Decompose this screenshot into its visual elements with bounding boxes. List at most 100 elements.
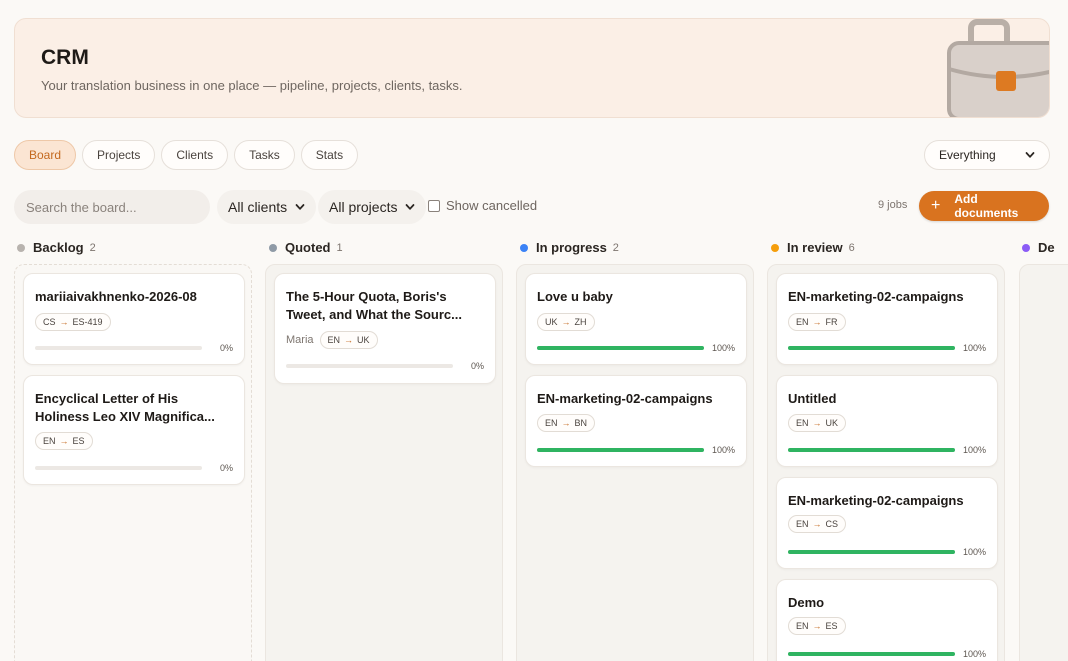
scope-select-value: Everything	[939, 148, 996, 162]
job-count: 9 jobs	[878, 199, 908, 211]
column-count: 6	[848, 241, 855, 254]
status-dot-icon	[520, 243, 528, 252]
column-title: Quoted	[285, 240, 331, 255]
column-count: 1	[336, 241, 343, 254]
column-count: 2	[612, 241, 619, 254]
tab-tasks[interactable]: Tasks	[234, 140, 295, 170]
target-lang: UK	[357, 335, 370, 345]
progress-bar	[788, 346, 955, 350]
job-card[interactable]: Love u baby UK → ZH 100%	[525, 273, 747, 365]
source-lang: EN	[545, 418, 558, 428]
progress-percent: 100%	[962, 547, 986, 557]
arrow-icon: →	[812, 418, 822, 428]
job-title: Love u baby	[537, 289, 613, 304]
tab-clients[interactable]: Clients	[161, 140, 229, 170]
progress-fill	[537, 346, 704, 350]
progress-percent: 100%	[962, 343, 986, 353]
job-card[interactable]: EN-marketing-02-campaigns EN → FR 100%	[776, 273, 998, 365]
column-in-progress: Love u baby UK → ZH 100% EN-marketing-02…	[516, 264, 754, 661]
tab-projects[interactable]: Projects	[82, 140, 156, 170]
show-cancelled-checkbox[interactable]	[428, 199, 440, 212]
progress-bar	[788, 652, 955, 656]
progress-bar	[35, 346, 202, 350]
job-title: Encyclical Letter of His Holiness Leo XI…	[35, 391, 215, 424]
progress-bar	[788, 448, 955, 452]
source-lang: EN	[796, 418, 809, 428]
arrow-icon: →	[561, 418, 571, 428]
job-meta: EN → BN	[537, 414, 596, 432]
source-lang: UK	[545, 317, 558, 327]
arrow-icon: →	[561, 317, 571, 327]
progress-fill	[788, 652, 955, 656]
status-dot-icon	[1022, 243, 1030, 252]
progress-bar	[788, 550, 955, 554]
job-card[interactable]: Untitled EN → UK 100%	[776, 375, 998, 467]
job-card[interactable]: The 5-Hour Quota, Boris's Tweet, and Wha…	[274, 273, 496, 384]
projects-filter[interactable]: All projects	[318, 190, 427, 224]
status-dot-icon	[17, 243, 25, 252]
progress-percent: 0%	[219, 463, 233, 473]
clients-filter-value: All clients	[228, 199, 288, 215]
progress-percent: 100%	[962, 649, 986, 659]
progress-percent: 100%	[711, 343, 735, 353]
search-input[interactable]: Search the board...	[14, 190, 210, 224]
job-meta: EN → CS	[788, 515, 847, 533]
source-lang: CS	[43, 317, 56, 327]
progress-fill	[537, 448, 704, 452]
arrow-icon: →	[59, 317, 69, 327]
language-pair: CS → ES-419	[35, 313, 111, 331]
tab-board[interactable]: Board	[14, 140, 77, 170]
tab-stats[interactable]: Stats	[300, 140, 359, 170]
language-pair: UK → ZH	[537, 313, 595, 331]
language-pair: EN → UK	[319, 331, 378, 349]
chevron-down-icon	[1025, 152, 1035, 158]
progress-percent: 100%	[962, 445, 986, 455]
column-header-quoted: Quoted 1	[269, 240, 343, 255]
show-cancelled-label: Show cancelled	[446, 198, 538, 213]
job-title: EN-marketing-02-campaigns	[537, 391, 713, 406]
job-title: mariiaivakhnenko-2026-08	[35, 289, 197, 304]
language-pair: EN → ES	[788, 617, 846, 635]
column-header-done: De	[1022, 240, 1055, 255]
scope-select[interactable]: Everything	[924, 140, 1050, 170]
column-count: 2	[89, 241, 96, 254]
client-name: Maria	[286, 334, 314, 346]
page-subtitle: Your translation business in one place —…	[41, 78, 463, 93]
column-header-backlog: Backlog 2	[17, 240, 96, 255]
job-card[interactable]: EN-marketing-02-campaigns EN → BN 100%	[525, 375, 747, 467]
job-card[interactable]: EN-marketing-02-campaigns EN → CS 100%	[776, 477, 998, 569]
column-backlog: mariiaivakhnenko-2026-08 CS → ES-419 0% …	[14, 264, 252, 661]
add-documents-button[interactable]: + Add documents	[919, 191, 1049, 221]
column-title: In progress	[536, 240, 607, 255]
job-card[interactable]: Encyclical Letter of His Holiness Leo XI…	[23, 375, 245, 485]
job-title: The 5-Hour Quota, Boris's Tweet, and Wha…	[286, 289, 462, 322]
progress-bar	[537, 346, 704, 350]
progress-fill	[788, 448, 955, 452]
target-lang: BN	[574, 418, 588, 428]
clients-filter[interactable]: All clients	[217, 190, 317, 224]
job-title: Demo	[788, 595, 825, 610]
job-card[interactable]: mariiaivakhnenko-2026-08 CS → ES-419 0%	[23, 273, 245, 365]
column-title: Backlog	[33, 240, 84, 255]
source-lang: EN	[796, 519, 809, 529]
target-lang: ES	[825, 621, 838, 631]
progress-percent: 100%	[711, 445, 735, 455]
column-done	[1019, 264, 1068, 661]
column-quoted: The 5-Hour Quota, Boris's Tweet, and Wha…	[265, 264, 503, 661]
show-cancelled-toggle[interactable]: Show cancelled	[428, 198, 537, 213]
progress-percent: 0%	[219, 343, 233, 353]
arrow-icon: →	[812, 621, 822, 631]
column-in-review: EN-marketing-02-campaigns EN → FR 100% U…	[767, 264, 1005, 661]
job-meta: EN → UK	[788, 414, 847, 432]
briefcase-icon	[947, 19, 1049, 117]
add-documents-label: Add documents	[954, 192, 1019, 220]
status-dot-icon	[771, 243, 779, 252]
job-meta: Maria EN → UK	[286, 331, 378, 349]
page-header: CRM Your translation business in one pla…	[14, 18, 1050, 118]
job-card[interactable]: Demo EN → ES 100%	[776, 579, 998, 661]
plus-icon: +	[931, 197, 941, 214]
progress-fill	[788, 346, 955, 350]
job-title: Untitled	[788, 391, 837, 406]
job-title: EN-marketing-02-campaigns	[788, 289, 964, 304]
arrow-icon: →	[59, 436, 69, 446]
